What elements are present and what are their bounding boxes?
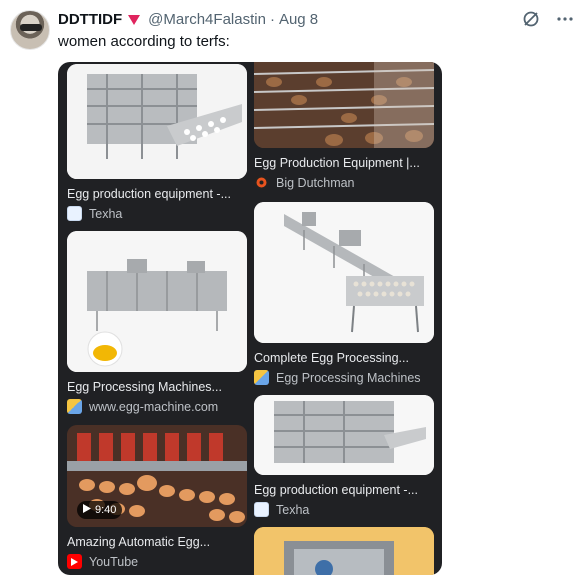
result-card[interactable]: Egg production equipment -... Texha: [67, 64, 247, 221]
play-icon: [83, 504, 91, 516]
result-source[interactable]: Big Dutchman: [254, 175, 434, 190]
source-label: Egg Processing Machines: [276, 370, 421, 385]
tweet-header: DDTTIDF @March4Falastin · Aug 8: [58, 9, 318, 29]
source-label: Texha: [276, 502, 310, 517]
tweet-text: women according to terfs:: [58, 33, 230, 50]
result-source[interactable]: Texha: [254, 502, 434, 517]
result-title[interactable]: Egg Production Equipment |...: [254, 156, 432, 170]
result-title[interactable]: Complete Egg Processing...: [254, 351, 432, 365]
result-title[interactable]: Egg Processing Machines...: [67, 380, 245, 394]
result-source[interactable]: Texha: [67, 206, 247, 221]
result-card[interactable]: 9:40 Amazing Automatic Egg... YouTube: [67, 425, 247, 569]
result-thumbnail[interactable]: 9:40: [67, 425, 247, 527]
egg-processing-favicon-icon: [254, 370, 269, 385]
tweet-date[interactable]: Aug 8: [279, 11, 318, 28]
big-dutchman-favicon-icon: [254, 175, 269, 190]
more-icon[interactable]: [556, 10, 574, 28]
source-label: www.egg-machine.com: [89, 399, 219, 414]
result-card[interactable]: Egg production equipment -... Texha: [254, 395, 434, 517]
display-name[interactable]: DDTTIDF: [58, 11, 122, 28]
result-thumbnail[interactable]: [67, 231, 247, 372]
tweet-actions: [522, 10, 574, 28]
result-title[interactable]: Amazing Automatic Egg...: [67, 535, 245, 549]
video-duration-badge: 9:40: [77, 501, 123, 519]
result-source[interactable]: www.egg-machine.com: [67, 399, 247, 414]
result-source[interactable]: YouTube: [67, 554, 247, 569]
source-label: Big Dutchman: [276, 175, 355, 190]
result-thumbnail[interactable]: [254, 395, 434, 475]
source-label: YouTube: [89, 554, 139, 569]
heart-badge-icon: [127, 13, 141, 25]
result-card[interactable]: [254, 527, 434, 575]
grok-icon[interactable]: [522, 10, 540, 28]
result-thumbnail[interactable]: [254, 62, 434, 148]
result-card[interactable]: Egg Production Equipment |... Big Dutchm…: [254, 62, 434, 190]
separator-dot: ·: [269, 10, 275, 28]
result-thumbnail[interactable]: [254, 202, 434, 343]
result-title[interactable]: Egg production equipment -...: [67, 187, 245, 201]
result-card[interactable]: Egg Processing Machines... www.egg-machi…: [67, 231, 247, 414]
result-source[interactable]: Egg Processing Machines: [254, 370, 434, 385]
result-thumbnail[interactable]: [67, 64, 247, 179]
source-label: Texha: [89, 206, 123, 221]
egg-machine-favicon-icon: [67, 399, 82, 414]
result-card[interactable]: Complete Egg Processing... Egg Processin…: [254, 202, 434, 385]
result-thumbnail[interactable]: [254, 527, 434, 575]
video-duration: 9:40: [95, 504, 117, 516]
tweet-image[interactable]: Egg production equipment -... Texha Egg …: [58, 62, 442, 575]
result-title[interactable]: Egg production equipment -...: [254, 483, 432, 497]
texha-favicon-icon: [67, 206, 82, 221]
avatar[interactable]: [10, 10, 50, 50]
youtube-favicon-icon: [67, 554, 82, 569]
texha-favicon-icon: [254, 502, 269, 517]
user-handle[interactable]: @March4Falastin: [148, 11, 266, 28]
